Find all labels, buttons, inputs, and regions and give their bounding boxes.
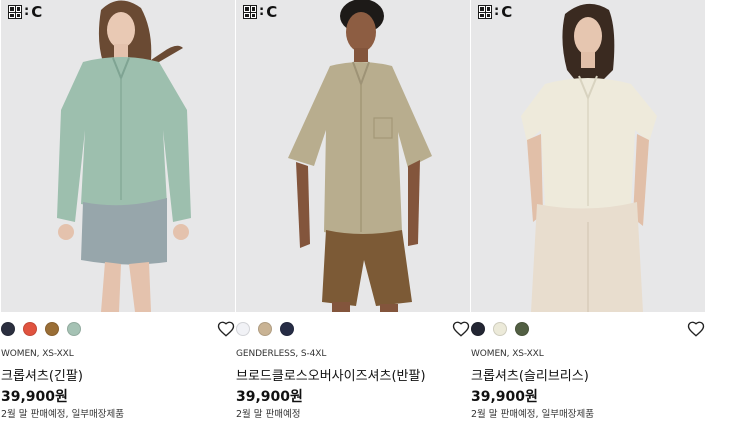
product-availability-note: 2월 말 판매예정 xyxy=(236,409,301,420)
product-card-3[interactable]: : C WOMEN, XS-XXL 크롭셔츠(슬리브리스) 39,900원 2월… xyxy=(471,0,705,443)
color-swatches xyxy=(471,322,529,336)
color-swatch[interactable] xyxy=(1,322,15,336)
heart-outline-icon[interactable] xyxy=(687,320,705,338)
product-fit-size: WOMEN, XS-XXL xyxy=(1,349,74,359)
color-swatch[interactable] xyxy=(67,322,81,336)
color-swatches xyxy=(1,322,81,336)
product-fit-size: GENDERLESS, S-4XL xyxy=(236,349,327,359)
product-name[interactable]: 크롭셔츠(슬리브리스) xyxy=(471,365,589,384)
color-swatch[interactable] xyxy=(45,322,59,336)
color-swatch[interactable] xyxy=(23,322,37,336)
product-image-3[interactable]: : C xyxy=(471,0,705,312)
heart-outline-icon[interactable] xyxy=(452,320,470,338)
product-availability-note: 2월 말 판매예정, 일부매장제품 xyxy=(471,409,595,420)
model-photo-3 xyxy=(521,3,657,312)
product-price: 39,900원 xyxy=(1,389,68,405)
model-photo-1 xyxy=(57,0,191,312)
product-price: 39,900원 xyxy=(236,389,303,405)
color-swatches xyxy=(236,322,294,336)
product-name[interactable]: 브로드클로스오버사이즈셔츠(반팔) xyxy=(236,365,426,384)
color-swatch[interactable] xyxy=(515,322,529,336)
product-price: 39,900원 xyxy=(471,389,538,405)
product-grid: : C WOMEN, XS-XXL 크롭셔츠(긴팔) 39,900원 2월 말 … xyxy=(0,0,752,443)
color-swatch[interactable] xyxy=(471,322,485,336)
product-card-1[interactable]: : C WOMEN, XS-XXL 크롭셔츠(긴팔) 39,900원 2월 말 … xyxy=(1,0,235,443)
color-swatch[interactable] xyxy=(258,322,272,336)
product-name[interactable]: 크롭셔츠(긴팔) xyxy=(1,365,83,384)
color-swatch[interactable] xyxy=(280,322,294,336)
color-swatch[interactable] xyxy=(493,322,507,336)
product-image-2[interactable]: : C xyxy=(236,0,470,312)
color-swatch[interactable] xyxy=(236,322,250,336)
product-image-1[interactable]: : C xyxy=(1,0,235,312)
model-photo-2 xyxy=(288,0,432,312)
product-availability-note: 2월 말 판매예정, 일부매장제품 xyxy=(1,409,125,420)
product-card-2[interactable]: : C GENDERLESS, S-4XL 브로드클로스오버사이즈셔츠(반팔) … xyxy=(236,0,470,443)
product-fit-size: WOMEN, XS-XXL xyxy=(471,349,544,359)
heart-outline-icon[interactable] xyxy=(217,320,235,338)
